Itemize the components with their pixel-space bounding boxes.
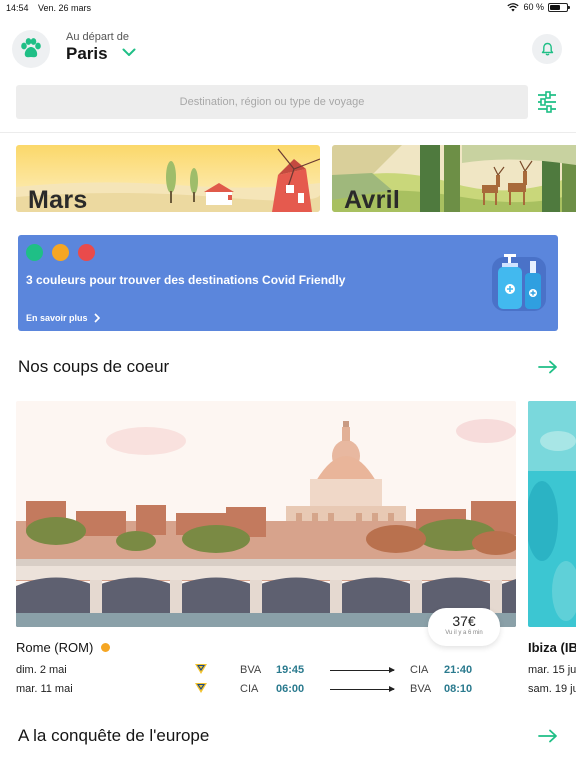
battery-percent: 60 % <box>523 2 544 12</box>
departure-city[interactable]: Paris <box>66 44 108 64</box>
red-dot <box>78 244 95 261</box>
flight-arrow <box>330 686 395 692</box>
app-logo <box>12 30 50 68</box>
price-badge: 37€ Vu il y a 6 min <box>428 608 500 646</box>
flight-arrival-time: 08:10 <box>444 683 473 695</box>
status-date: Ven. 26 mars <box>38 3 92 13</box>
learn-more-label: En savoir plus <box>26 313 88 323</box>
rome-image <box>16 401 516 627</box>
wifi-icon <box>507 2 520 11</box>
flight-row-outbound: dim. 2 mai BVA 19:45 CIA 21:40 mar. 15 j… <box>0 664 576 680</box>
learn-more-link[interactable]: En savoir plus <box>26 313 100 323</box>
filter-icon[interactable] <box>536 90 558 114</box>
paw-icon <box>21 38 41 58</box>
month-label: Mars <box>28 186 88 212</box>
status-bar: 14:54 Ven. 26 mars 60 % <box>0 0 576 16</box>
deal-card-rome[interactable] <box>16 401 516 627</box>
covid-status-dot <box>101 643 110 652</box>
status-time: 14:54 <box>6 3 29 13</box>
flight-date: sam. 19 ju <box>528 683 576 695</box>
search-input[interactable] <box>16 85 528 119</box>
month-label: Avril <box>344 186 401 212</box>
month-card-mars[interactable]: Mars <box>16 145 320 212</box>
flight-date: dim. 2 mai <box>16 664 67 676</box>
destination-name[interactable]: Ibiza (IB <box>528 640 576 655</box>
flight-origin: BVA <box>240 664 262 676</box>
divider <box>0 132 576 133</box>
price-updated: Vu il y a 6 min <box>445 630 483 636</box>
flight-destination: CIA <box>410 664 429 676</box>
orange-dot <box>52 244 69 261</box>
flight-date: mar. 15 jui <box>528 664 576 676</box>
section-title-europe: A la conquête de l'europe <box>18 726 210 745</box>
chevron-right-icon <box>93 313 100 323</box>
flight-arrival-time: 21:40 <box>444 664 473 676</box>
flight-departure-time: 06:00 <box>276 683 305 695</box>
arrow-right-icon[interactable] <box>538 360 558 374</box>
month-card-avril[interactable]: Avril <box>332 145 576 212</box>
bell-icon <box>541 42 553 56</box>
hand-sanitizer-icon <box>492 254 546 311</box>
header: Au départ de Paris <box>0 26 576 74</box>
notification-button[interactable] <box>532 34 562 64</box>
destination-name[interactable]: Rome (ROM) <box>16 640 93 655</box>
status-right: 60 % <box>507 2 570 12</box>
ibiza-image <box>528 401 576 627</box>
flight-date: mar. 11 mai <box>16 683 73 695</box>
arrow-right-icon[interactable] <box>538 729 558 743</box>
chevron-down-icon[interactable] <box>122 48 136 57</box>
flight-origin: CIA <box>240 683 259 695</box>
green-dot <box>26 244 43 261</box>
flight-arrow <box>330 667 395 673</box>
airline-logo-icon <box>195 683 207 693</box>
battery-icon <box>548 2 570 12</box>
airline-logo-icon <box>195 664 207 674</box>
covid-banner-text: 3 couleurs pour trouver des destinations… <box>26 273 346 287</box>
covid-banner[interactable]: 3 couleurs pour trouver des destinations… <box>18 235 558 331</box>
flight-row-return: mar. 11 mai CIA 06:00 BVA 08:10 sam. 19 … <box>0 683 576 699</box>
flight-departure-time: 19:45 <box>276 664 305 676</box>
section-title-favorites: Nos coups de coeur <box>18 357 170 376</box>
departure-label: Au départ de <box>66 31 129 43</box>
price-amount: 37€ <box>452 613 476 629</box>
deal-card-ibiza[interactable] <box>528 401 576 627</box>
flight-destination: BVA <box>410 683 432 695</box>
